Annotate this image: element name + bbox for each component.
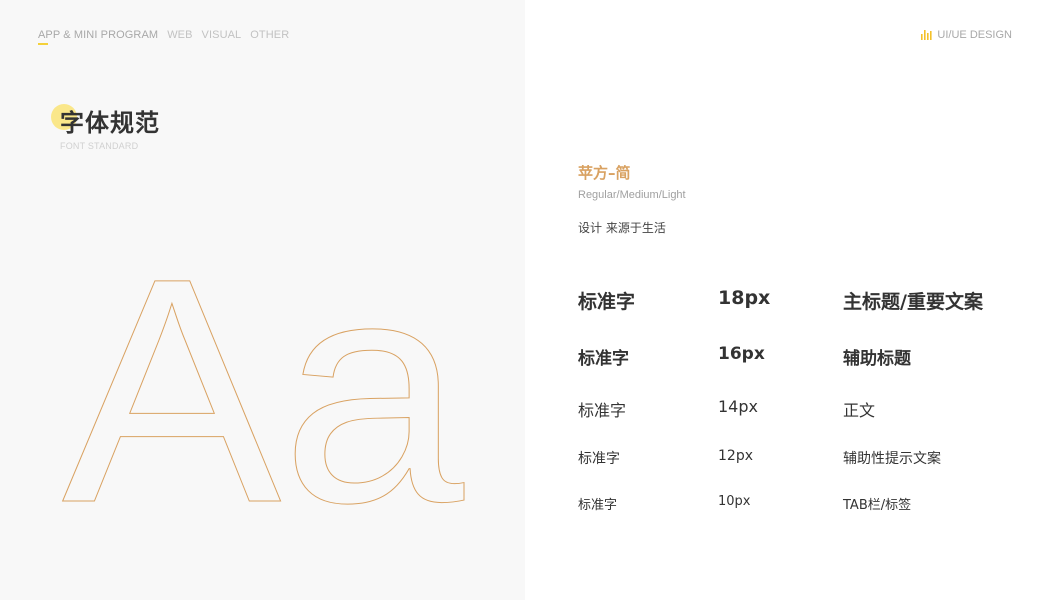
bars-logo-icon	[921, 30, 933, 40]
spec-row: 标准字 18px 主标题/重要文案	[578, 287, 1018, 317]
spec-usage: 主标题/重要文案	[843, 291, 983, 313]
glyph-text: Aa	[62, 255, 466, 520]
font-sample: 设计 来源于生活	[578, 221, 666, 235]
page-subtitle: FONT STANDARD	[60, 141, 139, 151]
spec-row: 标准字 16px 辅助标题	[578, 344, 1018, 374]
brand-label: UI/UE DESIGN	[937, 29, 1012, 41]
nav-item-app[interactable]: APP & MINI PROGRAM	[38, 29, 159, 45]
nav-item-label: OTHER	[250, 29, 290, 41]
spec-label: 标准字	[578, 451, 620, 467]
spec-label: 标准字	[578, 291, 636, 313]
font-weights: Regular/Medium/Light	[578, 189, 686, 201]
spec-size: 18px	[718, 287, 771, 309]
spec-size: 12px	[718, 448, 753, 464]
spec-row: 标准字 14px 正文	[578, 397, 1018, 427]
nav-item-visual[interactable]: VISUAL	[202, 29, 242, 41]
spec-size: 14px	[718, 397, 758, 416]
brand: UI/UE DESIGN	[921, 29, 1012, 41]
spec-usage: 辅助标题	[843, 349, 911, 369]
spec-size: 16px	[718, 344, 765, 364]
spec-usage: 正文	[843, 401, 876, 420]
spec-size: 10px	[718, 494, 751, 509]
spec-usage: 辅助性提示文案	[843, 451, 941, 467]
spec-label: 标准字	[578, 401, 627, 420]
spec-row: 标准字 10px TAB栏/标签	[578, 494, 1018, 524]
nav-item-label: VISUAL	[201, 29, 242, 41]
spec-usage: TAB栏/标签	[843, 498, 912, 513]
active-underline	[38, 43, 48, 45]
nav-item-web[interactable]: WEB	[167, 29, 192, 41]
nav-item-label: WEB	[167, 29, 193, 41]
glyph-aa-outline: Aa	[62, 255, 467, 520]
top-nav: APP & MINI PROGRAM WEB VISUAL OTHER	[38, 29, 289, 45]
spec-label: 标准字	[578, 349, 629, 369]
page-title: 字体规范	[60, 109, 160, 137]
spec-label: 标准字	[578, 498, 618, 513]
spec-row: 标准字 12px 辅助性提示文案	[578, 448, 1018, 478]
nav-item-other[interactable]: OTHER	[250, 29, 289, 41]
font-name: 苹方–简	[578, 164, 631, 182]
nav-item-label: APP & MINI PROGRAM	[38, 29, 159, 41]
